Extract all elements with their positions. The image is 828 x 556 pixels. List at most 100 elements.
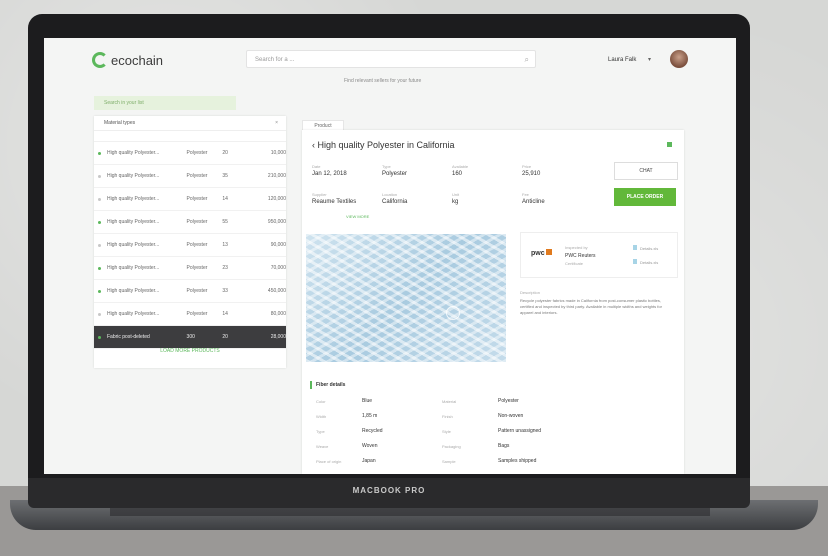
- field-value: Non-woven: [498, 413, 524, 419]
- product-title: ‹ High quality Polyester in California: [312, 140, 455, 150]
- row-price: 210,000: [267, 173, 286, 179]
- app-header: ecochain Search for a ... ⌕ Find relevan…: [44, 38, 736, 84]
- field-value: Woven: [362, 443, 378, 449]
- field-label: Type: [316, 429, 325, 434]
- document-link[interactable]: Details.xls: [633, 259, 658, 265]
- table-row[interactable]: High quality Polyester... Polyester 13 90,0…: [94, 234, 286, 257]
- chat-button[interactable]: CHAT: [614, 162, 678, 180]
- status-dot: [98, 197, 101, 201]
- row-price: 90,000: [270, 242, 286, 248]
- row-name: High quality Polyester...: [106, 150, 160, 156]
- field-label: Width: [316, 414, 327, 419]
- status-dot: [98, 312, 101, 316]
- product-list-panel: Material types × High quality Polyester.…: [94, 116, 286, 368]
- user-menu[interactable]: Laura Falk ▾: [608, 56, 651, 63]
- meta-field: Type Polyester: [382, 164, 408, 177]
- row-qty: 20: [222, 334, 228, 340]
- field-label: Material: [442, 399, 457, 404]
- view-more-link[interactable]: VIEW MORE: [346, 214, 369, 219]
- row-qty: 14: [222, 311, 228, 317]
- filter-input[interactable]: Search in your list: [94, 96, 236, 110]
- search-input[interactable]: Search for a ... ⌕: [246, 50, 536, 68]
- status-dot: [98, 266, 101, 270]
- section-title: Fiber details: [309, 381, 346, 389]
- status-dot: [98, 335, 101, 339]
- table-row[interactable]: High quality Polyester... Polyester 35 210,…: [94, 165, 286, 188]
- table-row[interactable]: Fabric post-deleted 300 20 28,000: [94, 326, 286, 349]
- row-material: Polyester: [186, 173, 208, 179]
- search-icon[interactable]: ⌕: [525, 51, 529, 69]
- row-qty: 20: [222, 150, 228, 156]
- file-icon: [633, 259, 637, 264]
- field-label: Sample: [442, 459, 456, 464]
- avatar[interactable]: [670, 50, 688, 68]
- row-price: 120,000: [267, 196, 286, 202]
- product-image[interactable]: [306, 234, 506, 362]
- description-text: Recycle polyester fabrics made in Califo…: [520, 298, 662, 315]
- row-qty: 55: [222, 219, 228, 225]
- table-row[interactable]: High quality Polyester... Polyester 55 950,…: [94, 211, 286, 234]
- seller-sub: Certificate: [565, 261, 584, 266]
- table-row[interactable]: High quality Polyester... Polyester 14 80,0…: [94, 303, 286, 326]
- close-icon[interactable]: ×: [275, 116, 278, 130]
- seller-name: PWC Reuters: [565, 253, 596, 259]
- user-name: Laura Falk: [608, 57, 637, 63]
- field-value: Blue: [362, 398, 373, 404]
- logo-text: ecochain: [111, 52, 164, 68]
- row-price: 950,000: [267, 219, 286, 225]
- status-dot: [98, 174, 101, 178]
- status-dot: [98, 151, 101, 155]
- field-label: Finish: [442, 414, 453, 419]
- row-material: Polyester: [186, 242, 208, 248]
- row-name: Fabric post-deleted: [106, 334, 150, 340]
- field-value: Samples shipped: [498, 458, 537, 464]
- load-more-link[interactable]: LOAD MORE PRODUCTS: [94, 348, 286, 354]
- row-qty: 35: [222, 173, 228, 179]
- seller-card: pwc Inspected by PWC Reuters Certificate…: [520, 232, 678, 278]
- status-dot: [98, 220, 101, 224]
- field-value: Pattern unassigned: [498, 428, 542, 434]
- row-material: Polyester: [186, 311, 208, 317]
- chevron-down-icon[interactable]: ▾: [648, 57, 651, 63]
- seller-label: Inspected by: [565, 245, 588, 250]
- table-row[interactable]: High quality Polyester... Polyester 33 450,…: [94, 280, 286, 303]
- field-value: Recycled: [362, 428, 383, 434]
- document-link[interactable]: Details.xls: [633, 245, 658, 251]
- device-brand: MACBOOK PRO: [352, 486, 426, 495]
- meta-field: Available 160: [452, 164, 469, 177]
- row-name: High quality Polyester...: [106, 242, 160, 248]
- row-name: High quality Polyester...: [106, 219, 160, 225]
- product-detail: ‹ High quality Polyester in California D…: [302, 130, 684, 474]
- field-value: 1,85 m: [362, 413, 378, 419]
- meta-field: Location California: [382, 192, 408, 205]
- table-row[interactable]: High quality Polyester... Polyester 14 120,…: [94, 188, 286, 211]
- search-placeholder: Search for a ...: [255, 57, 295, 63]
- meta-field: Fee Anticline: [522, 192, 545, 205]
- logo-icon: [92, 52, 108, 68]
- app-screen: ecochain Search for a ... ⌕ Find relevan…: [44, 38, 736, 474]
- table-row[interactable]: High quality Polyester... Polyester 20 10,0…: [94, 142, 286, 165]
- meta-field: Supplier Reaume Textiles: [312, 192, 357, 205]
- row-material: Polyester: [186, 196, 208, 202]
- row-name: High quality Polyester...: [106, 288, 160, 294]
- zoom-icon[interactable]: [446, 306, 460, 320]
- place-order-button[interactable]: PLACE ORDER: [614, 188, 676, 206]
- field-label: Place of origin: [316, 459, 342, 464]
- row-price: 28,000: [270, 334, 286, 340]
- status-dot: [98, 243, 101, 247]
- row-name: High quality Polyester...: [106, 265, 160, 271]
- field-label: Weave: [316, 444, 329, 449]
- table-row[interactable]: High quality Polyester... Polyester 23 70,0…: [94, 257, 286, 280]
- field-value: Bags: [498, 443, 510, 449]
- meta-field: Price 25,910: [522, 164, 541, 177]
- field-value: Polyester: [498, 398, 519, 404]
- row-material: Polyester: [186, 288, 208, 294]
- row-material: 300: [186, 334, 195, 340]
- row-material: Polyester: [186, 150, 208, 156]
- status-dot: [98, 289, 101, 293]
- field-value: Japan: [362, 458, 376, 464]
- seller-logo: pwc: [531, 249, 552, 257]
- row-price: 450,000: [267, 288, 286, 294]
- logo[interactable]: ecochain: [92, 50, 163, 70]
- field-label: Color: [316, 399, 326, 404]
